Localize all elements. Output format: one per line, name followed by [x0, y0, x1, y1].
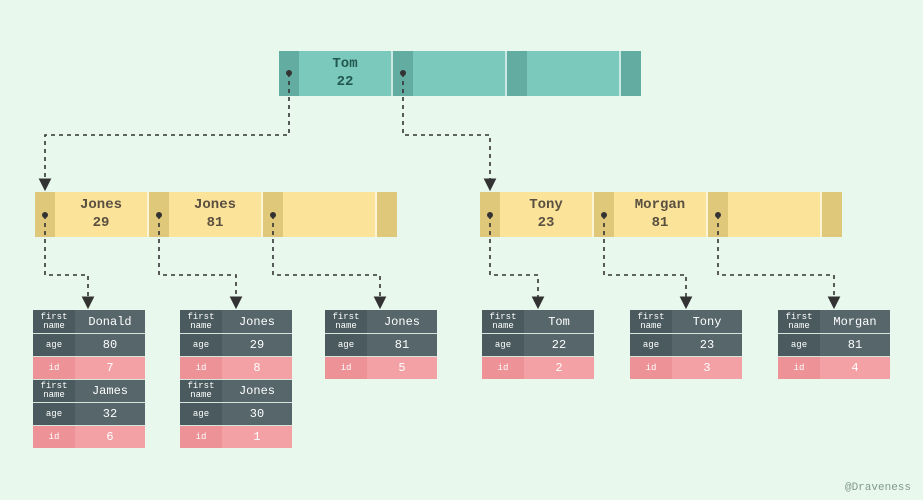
key-value: 81 [652, 215, 669, 233]
empty-key [413, 51, 505, 96]
label-id: id [33, 426, 75, 448]
value-first-name: Tony [672, 310, 742, 333]
pointer-slot [35, 192, 55, 237]
label-id: id [325, 357, 367, 379]
key-name: Jones [194, 197, 236, 215]
key-value: 81 [207, 215, 224, 233]
pointer-slot [621, 51, 641, 96]
label-first-name: first name [325, 310, 367, 333]
value-age: 30 [222, 403, 292, 425]
value-id: 8 [222, 357, 292, 379]
value-age: 22 [524, 334, 594, 356]
label-age: age [630, 334, 672, 356]
value-id: 6 [75, 426, 145, 448]
label-id: id [180, 426, 222, 448]
label-age: age [33, 403, 75, 425]
value-id: 4 [820, 357, 890, 379]
key-name: Tony [529, 197, 563, 215]
value-age: 80 [75, 334, 145, 356]
value-age: 29 [222, 334, 292, 356]
key-cell: Jones29 [55, 192, 147, 237]
label-first-name: first name [630, 310, 672, 333]
btree-internal-node-right: Tony23 Morgan81 [480, 192, 842, 237]
value-first-name: James [75, 380, 145, 402]
value-age: 32 [75, 403, 145, 425]
label-first-name: first name [180, 380, 222, 402]
pointer-slot [377, 192, 397, 237]
key-cell: Jones81 [169, 192, 261, 237]
key-cell: Tony23 [500, 192, 592, 237]
value-id: 5 [367, 357, 437, 379]
value-first-name: Jones [367, 310, 437, 333]
label-first-name: first name [180, 310, 222, 333]
pointer-slot [507, 51, 527, 96]
btree-root-node: Tom22 [279, 51, 641, 96]
label-age: age [482, 334, 524, 356]
label-id: id [778, 357, 820, 379]
key-name: Jones [80, 197, 122, 215]
pointer-slot [594, 192, 614, 237]
pointer-slot [263, 192, 283, 237]
label-id: id [482, 357, 524, 379]
label-first-name: first name [33, 310, 75, 333]
label-id: id [180, 357, 222, 379]
leaf-group-4: first nameTony age23 id3 [630, 310, 742, 379]
key-cell: Tom22 [299, 51, 391, 96]
key-name: Tom [332, 56, 357, 74]
label-age: age [180, 403, 222, 425]
key-value: 22 [337, 74, 354, 92]
value-first-name: Tom [524, 310, 594, 333]
value-id: 3 [672, 357, 742, 379]
leaf-group-5: first nameMorgan age81 id4 [778, 310, 890, 379]
btree-internal-node-left: Jones29 Jones81 [35, 192, 397, 237]
leaf-group-1: first nameJones age29 id8 first nameJone… [180, 310, 292, 448]
pointer-slot [149, 192, 169, 237]
credit-text: @Draveness [845, 482, 911, 494]
label-age: age [180, 334, 222, 356]
key-value: 23 [538, 215, 555, 233]
label-first-name: first name [33, 380, 75, 402]
key-name: Morgan [635, 197, 685, 215]
label-age: age [325, 334, 367, 356]
value-age: 81 [820, 334, 890, 356]
value-first-name: Jones [222, 310, 292, 333]
value-age: 23 [672, 334, 742, 356]
label-age: age [778, 334, 820, 356]
label-id: id [33, 357, 75, 379]
label-id: id [630, 357, 672, 379]
value-id: 2 [524, 357, 594, 379]
pointer-slot [279, 51, 299, 96]
value-age: 81 [367, 334, 437, 356]
key-cell: Morgan81 [614, 192, 706, 237]
pointer-slot [393, 51, 413, 96]
leaf-group-3: first nameTom age22 id2 [482, 310, 594, 379]
leaf-group-2: first nameJones age81 id5 [325, 310, 437, 379]
empty-key [527, 51, 619, 96]
value-id: 1 [222, 426, 292, 448]
pointer-slot [480, 192, 500, 237]
value-id: 7 [75, 357, 145, 379]
label-age: age [33, 334, 75, 356]
pointer-slot [708, 192, 728, 237]
leaf-group-0: first nameDonald age80 id7 first nameJam… [33, 310, 145, 448]
value-first-name: Jones [222, 380, 292, 402]
pointer-slot [822, 192, 842, 237]
label-first-name: first name [482, 310, 524, 333]
empty-key [728, 192, 820, 237]
label-first-name: first name [778, 310, 820, 333]
value-first-name: Morgan [820, 310, 890, 333]
empty-key [283, 192, 375, 237]
value-first-name: Donald [75, 310, 145, 333]
key-value: 29 [93, 215, 110, 233]
